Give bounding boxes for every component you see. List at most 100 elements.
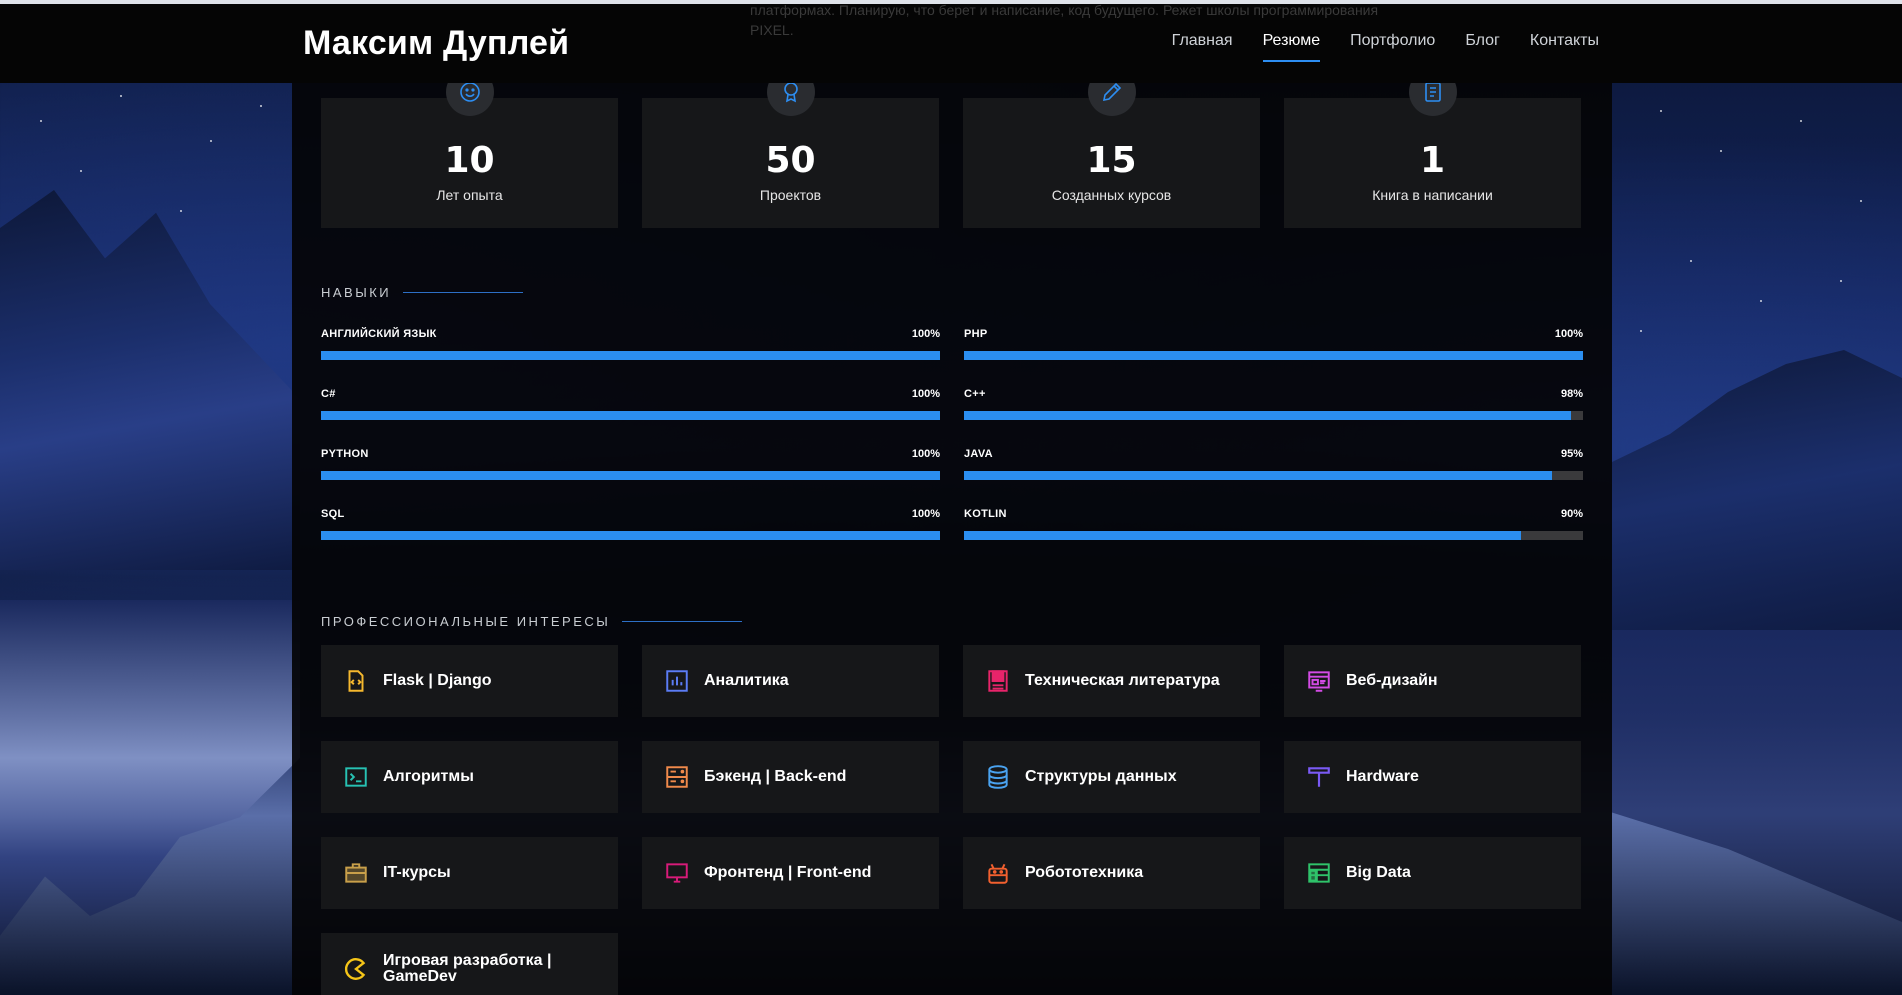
bar-chart-icon [666, 670, 688, 692]
interest-card[interactable]: Алгоритмы [321, 741, 618, 813]
background-mountain-right [1612, 350, 1902, 630]
stat-label: Книга в написании [1372, 187, 1493, 203]
spreadsheet-icon [1308, 863, 1330, 883]
nav-resume[interactable]: Резюме [1262, 32, 1320, 62]
interest-label: Hardware [1346, 768, 1419, 785]
interest-card[interactable]: Робототехника [963, 837, 1260, 909]
interest-label: Техническая литература [1025, 672, 1220, 689]
skill-progress-fill [321, 411, 940, 420]
nav-home[interactable]: Главная [1172, 32, 1233, 58]
interest-label: Фронтенд | Front-end [704, 864, 872, 881]
skill-name: PHP [964, 328, 988, 340]
interests-grid: Flask | Django Аналитика Техническая лит… [321, 645, 1581, 995]
monitor-icon [666, 863, 688, 883]
interest-label: Веб-дизайн [1346, 672, 1438, 689]
skills-grid: АНГЛИЙСКИЙ ЯЗЫК 100% PHP 100% C# 100% C+… [321, 328, 1583, 542]
skill-item: SQL 100% [321, 508, 940, 542]
skill-percent: 100% [911, 508, 940, 520]
skill-percent: 100% [911, 448, 940, 460]
nav-blog[interactable]: Блог [1465, 32, 1500, 58]
skill-percent: 100% [911, 388, 940, 400]
skill-progress-bar [964, 351, 1583, 360]
skill-name: JAVA [964, 448, 993, 460]
skill-progress-fill [964, 531, 1522, 540]
stat-value: 15 [1086, 140, 1137, 181]
skill-item: АНГЛИЙСКИЙ ЯЗЫК 100% [321, 328, 940, 362]
skill-name: C++ [964, 388, 986, 400]
resume-panel: 10 Лет опыта 50 Проектов 15 Созданных ку… [292, 68, 1612, 995]
skill-progress-bar [321, 411, 940, 420]
code-file-icon [348, 670, 364, 692]
skill-progress-bar [964, 531, 1583, 540]
robot-icon [988, 863, 1008, 884]
interest-card[interactable]: Техническая литература [963, 645, 1260, 717]
interest-card[interactable]: Hardware [1284, 741, 1581, 813]
skill-progress-bar [321, 351, 940, 360]
skill-item: C# 100% [321, 388, 940, 422]
skill-item: KOTLIN 90% [964, 508, 1583, 542]
interest-label: Аналитика [704, 672, 789, 689]
skill-item: PHP 100% [964, 328, 1583, 362]
interest-label: Игровая разработка | GameDev [383, 952, 552, 985]
interest-card[interactable]: Flask | Django [321, 645, 618, 717]
background-mountain-left [0, 190, 300, 570]
skills-heading: НАВЫКИ [321, 285, 524, 300]
nav-contacts[interactable]: Контакты [1530, 32, 1599, 58]
interest-label: Big Data [1346, 864, 1411, 881]
main-nav: Главная Резюме Портфолио Блог Контакты [1172, 32, 1599, 62]
skill-percent: 100% [1554, 328, 1583, 340]
server-icon [666, 766, 688, 788]
skill-progress-fill [321, 531, 940, 540]
stat-label: Созданных курсов [1051, 187, 1172, 203]
interest-card[interactable]: Структуры данных [963, 741, 1260, 813]
interest-card[interactable]: Игровая разработка | GameDev [321, 933, 618, 995]
interest-label: IT-курсы [383, 864, 451, 881]
interest-card[interactable]: IT-курсы [321, 837, 618, 909]
skill-item: JAVA 95% [964, 448, 1583, 482]
interest-label: Flask | Django [383, 672, 492, 689]
skill-item: PYTHON 100% [321, 448, 940, 482]
interest-card[interactable]: Веб-дизайн [1284, 645, 1581, 717]
skill-progress-fill [321, 471, 940, 480]
skill-progress-fill [964, 351, 1583, 360]
skill-progress-fill [321, 351, 940, 360]
skill-progress-fill [964, 411, 1571, 420]
skill-percent: 90% [1560, 508, 1583, 520]
site-brand[interactable]: Максим Дуплей [303, 24, 569, 63]
briefcase-icon [345, 863, 367, 883]
interest-card[interactable]: Аналитика [642, 645, 939, 717]
skill-progress-bar [321, 471, 940, 480]
interest-label: Структуры данных [1025, 768, 1177, 785]
skill-name: KOTLIN [964, 508, 1007, 520]
database-icon [988, 765, 1008, 789]
stat-card-courses: 15 Созданных курсов [963, 68, 1260, 228]
skill-percent: 100% [911, 328, 940, 340]
stats-row: 10 Лет опыта 50 Проектов 15 Созданных ку… [321, 68, 1581, 228]
stat-card-experience: 10 Лет опыта [321, 68, 618, 228]
skill-percent: 98% [1560, 388, 1583, 400]
skill-progress-bar [321, 531, 940, 540]
site-header: платформах. Планирую, что берет и написа… [0, 2, 1902, 83]
skill-name: SQL [321, 508, 345, 520]
background-lake-reflection-left [0, 600, 300, 936]
interest-card[interactable]: Бэкенд | Back-end [642, 741, 939, 813]
nav-portfolio[interactable]: Портфолио [1350, 32, 1435, 58]
web-design-icon [1308, 671, 1330, 692]
stat-card-projects: 50 Проектов [642, 68, 939, 228]
pacman-icon [345, 958, 366, 980]
stat-card-book: 1 Книга в написании [1284, 68, 1581, 228]
interest-label: Робототехника [1025, 864, 1144, 881]
stat-label: Проектов [759, 187, 822, 203]
background-lake-reflection-right [1612, 630, 1902, 922]
skill-percent: 95% [1560, 448, 1583, 460]
skill-progress-bar [964, 471, 1583, 480]
interest-label: Бэкенд | Back-end [704, 768, 847, 785]
interest-card[interactable]: Фронтенд | Front-end [642, 837, 939, 909]
stat-value: 50 [765, 140, 816, 181]
stat-value: 1 [1419, 140, 1446, 181]
interest-card[interactable]: Big Data [1284, 837, 1581, 909]
interests-heading: ПРОФЕССИОНАЛЬНЫЕ ИНТЕРЕСЫ [321, 614, 743, 629]
skill-name: АНГЛИЙСКИЙ ЯЗЫК [321, 328, 437, 340]
stat-value: 10 [444, 140, 495, 181]
skill-progress-fill [964, 471, 1553, 480]
